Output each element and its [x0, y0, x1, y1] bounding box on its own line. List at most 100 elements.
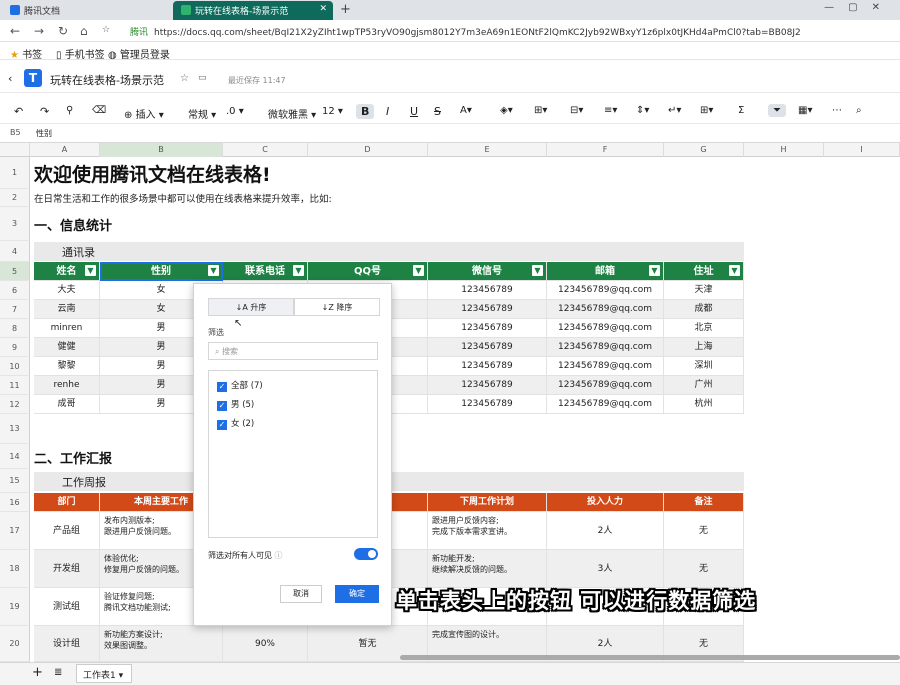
row-header[interactable]: 15 [0, 469, 30, 493]
bookmark-item[interactable]: ◍ 管理员登录 [108, 46, 170, 61]
table-cell[interactable]: 无 [664, 550, 744, 588]
freeze-icon[interactable]: ⊞▾ [700, 105, 713, 116]
wrap-icon[interactable]: ↵▾ [668, 105, 681, 116]
help-icon[interactable]: ⓘ [275, 551, 283, 560]
row-header[interactable]: 14 [0, 444, 30, 469]
bold-button[interactable]: B [356, 104, 375, 119]
eraser-icon[interactable]: ⌫ [92, 105, 106, 116]
doc-title[interactable]: 玩转在线表格-场景示范 [50, 72, 164, 88]
table-header-cell[interactable]: 部门 [34, 493, 100, 512]
formula-input[interactable]: 性别 [36, 128, 52, 139]
row-header[interactable]: 20 [0, 626, 30, 662]
table-cell[interactable]: 90% [223, 626, 308, 662]
window-controls[interactable]: —▢✕ [824, 2, 894, 13]
row-header[interactable]: 11 [0, 376, 30, 395]
table-cell[interactable]: 广州 [664, 376, 744, 395]
table-cell[interactable]: 健健 [34, 338, 100, 357]
table-cell[interactable]: minren [34, 319, 100, 338]
table-cell[interactable]: 设计组 [34, 626, 100, 662]
row-header[interactable]: 10 [0, 357, 30, 376]
row-header[interactable]: 16 [0, 493, 30, 512]
table-cell[interactable]: 123456789 [428, 376, 547, 395]
sort-descending-button[interactable]: ↓Z 降序 [294, 298, 380, 316]
horizontal-scrollbar[interactable] [400, 655, 900, 660]
search-icon[interactable]: ⌕ [856, 105, 862, 116]
filter-option-checkbox[interactable]: ✓ 男 (5) [217, 398, 367, 411]
fill-color-icon[interactable]: ◈▾ [500, 105, 513, 116]
sheet-list-icon[interactable]: ≣ [54, 667, 62, 678]
table-cell[interactable]: 产品组 [34, 512, 100, 550]
filter-icon[interactable]: ▼ [413, 265, 424, 276]
home-icon[interactable]: ⌂ [80, 24, 88, 38]
browser-tab[interactable]: 腾讯文档 [2, 1, 172, 20]
table-cell[interactable]: 123456789@qq.com [547, 300, 664, 319]
insert-menu[interactable]: ⊕ 插入 ▾ [124, 106, 164, 121]
row-header[interactable]: 2 [0, 189, 30, 207]
table-header-cell-selected[interactable]: 性别 ▼ [100, 262, 223, 281]
table-cell[interactable]: 123456789 [428, 281, 547, 300]
table-cell[interactable]: 123456789 [428, 300, 547, 319]
table-cell[interactable]: 黎黎 [34, 357, 100, 376]
sum-button[interactable]: Σ [738, 105, 744, 116]
table-cell[interactable]: 123456789 [428, 357, 547, 376]
number-format-select[interactable]: 常规 ▾ [188, 106, 216, 121]
column-header[interactable]: E [428, 143, 547, 157]
table-cell[interactable]: 123456789@qq.com [547, 376, 664, 395]
filter-icon[interactable]: ▼ [649, 265, 660, 276]
visible-to-all-toggle[interactable] [354, 548, 378, 560]
filter-icon[interactable]: ▼ [532, 265, 543, 276]
border-icon[interactable]: ⊞▾ [534, 105, 547, 116]
filter-search-input[interactable]: ⌕ 搜索 [208, 342, 378, 360]
table-cell[interactable]: 123456789@qq.com [547, 338, 664, 357]
sort-ascending-button[interactable]: ↓A 升序 [208, 298, 294, 316]
text-color-icon[interactable]: A▾ [460, 105, 472, 116]
row-header[interactable]: 1 [0, 157, 30, 189]
row-header[interactable]: 13 [0, 414, 30, 444]
cancel-button[interactable]: 取消 [280, 585, 322, 603]
browser-tab-active[interactable]: 玩转在线表格-场景示范 ✕ [173, 1, 333, 20]
align-horizontal-icon[interactable]: ≡▾ [604, 105, 617, 116]
table-cell[interactable]: 大夫 [34, 281, 100, 300]
add-sheet-icon[interactable]: + [32, 665, 43, 680]
table-header-cell[interactable]: 姓名 ▼ [34, 262, 100, 281]
filter-option-checkbox[interactable]: ✓ 全部 (7) [217, 379, 367, 392]
table-cell[interactable]: renhe [34, 376, 100, 395]
filter-option-checkbox[interactable]: ✓ 女 (2) [217, 417, 367, 430]
align-vertical-icon[interactable]: ⇕▾ [636, 105, 649, 116]
column-header[interactable]: H [744, 143, 824, 157]
table-header-cell[interactable]: 联系电话 ▼ [223, 262, 308, 281]
table-cell[interactable]: 123456789@qq.com [547, 395, 664, 414]
table-cell[interactable]: 北京 [664, 319, 744, 338]
filter-icon[interactable]: ▼ [85, 265, 96, 276]
table-cell[interactable]: 123456789@qq.com [547, 319, 664, 338]
column-header[interactable]: I [824, 143, 900, 157]
font-size-select[interactable]: 12 ▾ [322, 106, 343, 117]
table-header-cell[interactable]: QQ号 ▼ [308, 262, 428, 281]
table-cell[interactable]: 123456789@qq.com [547, 281, 664, 300]
filter-icon[interactable]: ▼ [293, 265, 304, 276]
table-cell[interactable]: 123456789 [428, 395, 547, 414]
back-icon[interactable]: ← [10, 24, 20, 38]
merge-icon[interactable]: ⊟▾ [570, 105, 583, 116]
table-cell[interactable]: 测试组 [34, 588, 100, 626]
filter-icon[interactable]: ▼ [208, 265, 219, 276]
back-chevron-icon[interactable]: ‹ [8, 72, 12, 85]
column-header[interactable]: B [100, 143, 223, 157]
table-cell[interactable]: 跟进用户反馈内容; 完成下版本需求宣讲。 [428, 512, 547, 550]
table-cell[interactable]: 深圳 [664, 357, 744, 376]
table-cell[interactable]: 成都 [664, 300, 744, 319]
row-header[interactable]: 7 [0, 300, 30, 319]
column-header[interactable]: F [547, 143, 664, 157]
row-header[interactable]: 9 [0, 338, 30, 357]
strikethrough-button[interactable]: S [434, 105, 441, 118]
row-header[interactable]: 5 [0, 262, 30, 281]
forward-icon[interactable]: → [34, 24, 44, 38]
table-cell[interactable]: 天津 [664, 281, 744, 300]
bookmark-star-icon[interactable]: ☆ [102, 25, 110, 35]
star-icon[interactable]: ☆ [180, 73, 189, 84]
column-header[interactable]: A [30, 143, 100, 157]
reload-icon[interactable]: ↻ [58, 24, 68, 38]
table-cell[interactable]: 新功能开发; 继续解决反馈的问题。 [428, 550, 547, 588]
table-cell[interactable]: 无 [664, 512, 744, 550]
table-cell[interactable]: 新功能方案设计; 效果图调整。 [100, 626, 223, 662]
